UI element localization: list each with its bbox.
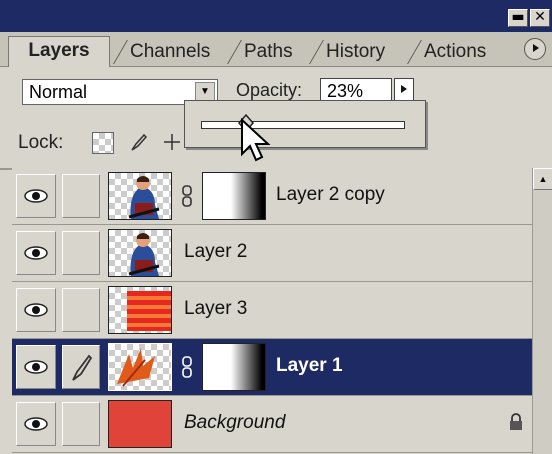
tab-history[interactable]: History (309, 38, 385, 65)
layer-mask-thumbnail[interactable] (202, 343, 266, 391)
play-arrow-icon (401, 85, 407, 93)
link-brush-toggle[interactable] (62, 345, 100, 389)
blend-mode-value: Normal (29, 82, 88, 102)
layer-name[interactable]: Background (184, 412, 285, 434)
link-brush-toggle[interactable] (62, 174, 100, 218)
eye-icon (24, 189, 48, 203)
play-arrow-icon (533, 44, 539, 52)
eye-icon (24, 417, 48, 431)
visibility-toggle[interactable] (16, 174, 56, 218)
visibility-toggle[interactable] (16, 288, 56, 332)
layer-thumbnail[interactable] (108, 286, 172, 334)
tab-layers[interactable]: Layers (8, 36, 110, 67)
panel-titlebar: ▬ ✕ (0, 0, 552, 32)
layers-scrollbar[interactable]: ▲ (532, 168, 552, 454)
layer-row[interactable]: Layer 2 copy (12, 168, 532, 225)
lock-label: Lock: (18, 132, 64, 153)
layer-row[interactable]: Background (12, 396, 532, 453)
lock-pixels-brush-icon[interactable] (128, 132, 148, 152)
padlock-icon (508, 412, 524, 432)
eye-icon (24, 246, 48, 260)
lock-position-move-icon[interactable] (162, 132, 182, 152)
opacity-slider-track[interactable] (201, 121, 405, 129)
layers-list: Layer 2 copy Layer 2 Layer 3 Layer 1 Backgro… (12, 168, 532, 454)
opacity-slider-popup (184, 100, 426, 148)
layer-row[interactable]: Layer 3 (12, 282, 532, 339)
link-brush-toggle[interactable] (62, 231, 100, 275)
tab-actions[interactable]: Actions (407, 38, 486, 65)
layer-thumbnail[interactable] (108, 229, 172, 277)
link-brush-toggle[interactable] (62, 288, 100, 332)
layer-row[interactable]: Layer 2 (12, 225, 532, 282)
layer-thumbnail[interactable] (108, 400, 172, 448)
layer-name[interactable]: Layer 2 copy (276, 184, 385, 206)
link-brush-toggle[interactable] (62, 402, 100, 446)
tab-paths[interactable]: Paths (227, 38, 293, 65)
opacity-label: Opacity: (236, 80, 303, 100)
close-button[interactable]: ✕ (530, 9, 550, 27)
layer-row[interactable]: Layer 1 (12, 339, 532, 396)
lock-transparency-icon[interactable] (92, 132, 114, 154)
layer-name[interactable]: Layer 1 (276, 355, 343, 377)
layer-thumbnail[interactable] (108, 343, 172, 391)
tab-bar: Layers Channels Paths History Actions (0, 32, 552, 67)
panel-menu-button[interactable] (524, 38, 546, 60)
layer-mask-thumbnail[interactable] (202, 172, 266, 220)
visibility-toggle[interactable] (16, 345, 56, 389)
layer-name[interactable]: Layer 2 (184, 241, 247, 263)
mouse-pointer-icon (241, 118, 271, 162)
visibility-toggle[interactable] (16, 231, 56, 275)
eye-icon (24, 303, 48, 317)
layer-name[interactable]: Layer 3 (184, 298, 247, 320)
minimize-button[interactable]: ▬ (508, 9, 528, 27)
layer-thumbnail[interactable] (108, 172, 172, 220)
brush-icon (72, 354, 93, 381)
tab-channels[interactable]: Channels (113, 38, 210, 65)
chain-link-icon[interactable] (180, 184, 194, 208)
chain-link-icon[interactable] (180, 355, 194, 379)
chevron-down-icon[interactable]: ▼ (195, 82, 215, 102)
eye-icon (24, 360, 48, 374)
visibility-toggle[interactable] (16, 402, 56, 446)
scroll-up-arrow-icon[interactable]: ▲ (533, 168, 552, 190)
